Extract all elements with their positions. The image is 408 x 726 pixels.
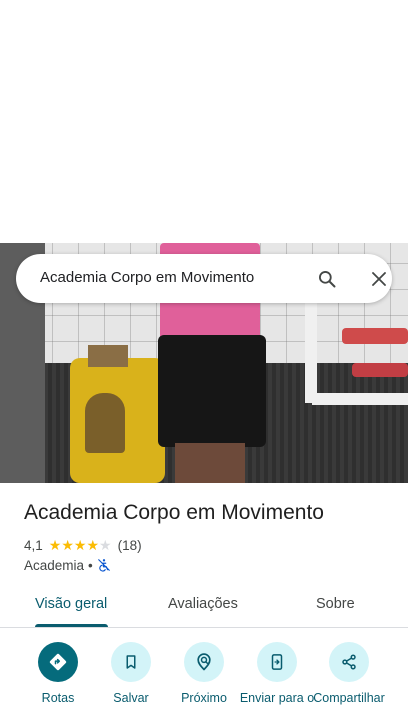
photo-machine-frame <box>305 303 317 403</box>
photo-brown-block <box>88 345 128 367</box>
search-bar[interactable]: Academia Corpo em Movimento <box>16 254 392 303</box>
search-button[interactable] <box>314 266 340 292</box>
nearby-button[interactable]: Próximo <box>164 642 244 706</box>
tab-reviews[interactable]: Avaliações <box>168 596 238 612</box>
photo-machine-base <box>312 393 408 405</box>
star-empty-icon: ★ <box>99 537 112 553</box>
review-count: (18) <box>117 537 142 553</box>
place-screen: Academia Corpo em Movimento Academia Cor… <box>0 0 408 726</box>
not-accessible-icon <box>97 559 110 572</box>
tab-indicator <box>35 624 108 627</box>
directions-icon <box>49 653 67 671</box>
close-icon <box>372 272 386 286</box>
photo-machine-seat <box>342 328 408 344</box>
separator: • <box>88 557 93 573</box>
bookmark-icon <box>126 655 136 669</box>
send-to-phone-icon <box>271 654 283 670</box>
star-icon: ★ <box>73 537 87 553</box>
place-title: Academia Corpo em Movimento <box>24 501 324 524</box>
rating-stars: ★ ★ ★ ★ ★ <box>49 538 112 552</box>
star-icon: ★ <box>86 537 100 553</box>
search-query[interactable]: Academia Corpo em Movimento <box>40 269 254 286</box>
nearby-label: Próximo <box>181 691 227 705</box>
star-icon: ★ <box>48 537 62 553</box>
close-button[interactable] <box>366 266 392 292</box>
directions-button[interactable]: Rotas <box>18 642 98 706</box>
send-to-phone-button-circle[interactable] <box>257 642 297 682</box>
rating-score: 4,1 <box>24 537 43 553</box>
save-button-circle[interactable] <box>111 642 151 682</box>
send-to-phone-button[interactable]: Enviar para o <box>237 642 317 706</box>
share-icon <box>342 654 356 670</box>
directions-button-circle[interactable] <box>38 642 78 682</box>
save-button[interactable]: Salvar <box>91 642 171 706</box>
place-category: Academia <box>24 557 85 573</box>
search-icon <box>319 271 336 288</box>
photo-person-legs <box>175 443 245 483</box>
photo-person-shorts <box>158 335 266 447</box>
tab-about[interactable]: Sobre <box>316 596 355 612</box>
star-icon: ★ <box>61 537 74 553</box>
nearby-icon <box>197 653 211 671</box>
tab-overview[interactable]: Visão geral <box>35 596 107 612</box>
photo-machine-pad <box>352 363 408 377</box>
action-bar: Rotas Salvar Próximo Enviar para o Compa… <box>0 640 408 726</box>
nearby-button-circle[interactable] <box>184 642 224 682</box>
share-button[interactable]: Compartilhar <box>309 642 389 706</box>
send-to-phone-label: Enviar para o <box>239 691 315 705</box>
save-label: Salvar <box>113 691 149 705</box>
share-button-circle[interactable] <box>329 642 369 682</box>
rating-row[interactable]: 4,1 ★ ★ ★ ★ ★ (18) <box>24 536 142 554</box>
photo-equipment-shadow <box>85 393 125 453</box>
category-row: Academia • <box>24 556 111 574</box>
share-label: Compartilhar <box>313 691 385 705</box>
directions-label: Rotas <box>41 691 75 705</box>
tab-bar: Visão geral Avaliações Sobre <box>0 586 408 628</box>
